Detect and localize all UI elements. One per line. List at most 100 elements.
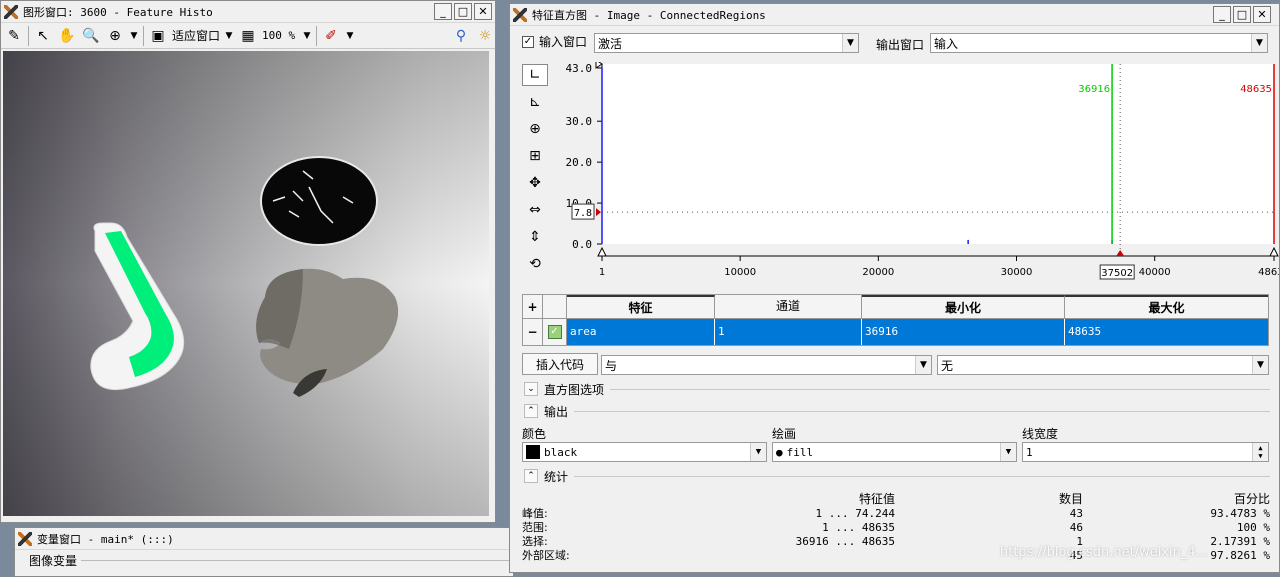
zoom-icon[interactable]: ⊕	[105, 26, 125, 46]
col-header-channel[interactable]: 通道	[715, 295, 862, 319]
color-dropdown-icon[interactable]: ▼	[345, 26, 355, 46]
chevron-down-icon: ▼	[915, 356, 931, 374]
y-tick-label: 30.0	[566, 115, 593, 128]
chevron-up-icon[interactable]: ⌃	[524, 404, 538, 418]
plot-area	[602, 64, 1274, 244]
zoom-dropdown-icon[interactable]: ▼	[129, 26, 139, 46]
output-section[interactable]: ⌃ 输出	[524, 401, 1270, 421]
col-header-min[interactable]: 最小化	[862, 295, 1065, 319]
x-start-arrow	[597, 246, 607, 257]
input-window-select[interactable]: 激活 ▼	[594, 33, 859, 53]
close-button[interactable]: ✕	[474, 3, 492, 20]
chart-tool-column: ∟ ⊾ ⊕ ⊞ ✥ ⇔ ⇕ ⟲	[522, 64, 550, 275]
pin-icon[interactable]: ⚲	[451, 26, 471, 46]
minimize-button[interactable]: _	[434, 3, 452, 20]
max-marker-label: 48635	[1240, 84, 1272, 95]
image-canvas[interactable]	[3, 51, 489, 516]
stats-cell-value: 1 ... 74.244	[815, 506, 895, 520]
pointer-icon[interactable]: ↖	[33, 26, 53, 46]
draw-label: 绘画	[772, 427, 797, 441]
x-cursor-marker	[1116, 250, 1125, 256]
feature-enabled-checkbox-icon[interactable]: ✓	[543, 319, 567, 345]
zoom-fit-chart-icon[interactable]: ⊞	[522, 145, 548, 167]
fit-dropdown-icon[interactable]: ▼	[224, 26, 234, 46]
col-header-max[interactable]: 最大化	[1065, 295, 1268, 319]
insert-target-select[interactable]: 无 ▼	[937, 355, 1269, 375]
y-tick-label: 20.0	[566, 156, 593, 169]
fit-window-icon[interactable]: ▣	[148, 26, 168, 46]
output-window-select[interactable]: 输入 ▼	[930, 33, 1268, 53]
chevron-down-icon[interactable]: ⌄	[524, 382, 538, 396]
y-tick-label: 43.0	[566, 62, 593, 75]
spinner-arrows-icon[interactable]: ▲ ▼	[1252, 443, 1268, 461]
feature-table: + 特征 通道 最小化 最大化 − ✓ area 1 36916 48635	[522, 294, 1269, 346]
x-end-arrow	[1269, 246, 1279, 257]
cell-channel[interactable]: 1	[715, 319, 862, 345]
edit-icon[interactable]: ✎	[4, 26, 24, 46]
color-pen-icon[interactable]: ✐	[321, 26, 341, 46]
reset-chart-icon[interactable]: ⟲	[522, 253, 548, 275]
input-window-checkbox[interactable]: ✓	[522, 35, 534, 48]
axis-log-icon[interactable]: ⊾	[522, 91, 548, 113]
axis-linear-icon[interactable]: ∟	[522, 64, 548, 86]
draw-select[interactable]: ● fill ▼	[772, 442, 1017, 462]
maximize-button[interactable]: □	[1233, 6, 1251, 23]
image-variables-label: 图像变量	[29, 553, 78, 568]
pan-hand-icon[interactable]: ✋	[57, 26, 77, 46]
move-chart-icon[interactable]: ✥	[522, 172, 548, 194]
magnifier-icon[interactable]: 🔍	[81, 26, 101, 46]
histogram-options-section[interactable]: ⌄ 直方图选项	[524, 379, 1270, 399]
close-button[interactable]: ✕	[1253, 6, 1271, 23]
zoom-level-label[interactable]: 100 %	[262, 29, 298, 42]
halcon-app-icon	[512, 7, 528, 23]
pan-y-chart-icon[interactable]: ⇕	[522, 226, 548, 248]
stats-header-percent: 百分比	[1233, 491, 1270, 506]
linewidth-spinner[interactable]: 1 ▲ ▼	[1022, 442, 1269, 462]
variable-window-titlebar[interactable]: 变量窗口 - main* (:::)	[15, 528, 513, 550]
fit-window-label[interactable]: 适应窗口	[172, 27, 220, 44]
toolbar-separator	[316, 25, 318, 46]
minimize-button[interactable]: _	[1213, 6, 1231, 23]
coin-object	[260, 156, 378, 246]
col-header-feature[interactable]: 特征	[567, 295, 715, 319]
output-window-value: 输入	[934, 36, 959, 51]
input-window-value: 激活	[598, 36, 623, 51]
insert-code-button[interactable]: 插入代码	[522, 353, 598, 375]
histogram-window-titlebar[interactable]: 特征直方图 - Image - ConnectedRegions _ □ ✕	[510, 4, 1279, 26]
stats-cell-value: 36916 ... 48635	[795, 534, 895, 548]
variable-window: 变量窗口 - main* (:::) 图像变量	[14, 527, 514, 577]
maximize-button[interactable]: □	[454, 3, 472, 20]
cell-feature[interactable]: area	[567, 319, 715, 345]
remove-feature-button[interactable]: −	[523, 319, 543, 345]
x-tick-label: 1	[599, 267, 605, 278]
statistics-section[interactable]: ⌃ 统计	[524, 466, 1270, 486]
pan-x-chart-icon[interactable]: ⇔	[522, 199, 548, 221]
x-tick-label: 10000	[724, 267, 756, 278]
insert-target-value: 无	[941, 358, 954, 373]
min-marker-label: 36916	[1078, 84, 1110, 95]
chevron-up-icon[interactable]: ⌃	[524, 469, 538, 483]
image-scene	[3, 51, 489, 516]
zoom-in-chart-icon[interactable]: ⊕	[522, 118, 548, 140]
table-row[interactable]: − ✓ area 1 36916 48635	[523, 319, 1268, 345]
draw-value: fill	[786, 445, 814, 459]
settings-sun-icon[interactable]: ☼	[475, 26, 495, 46]
add-feature-button[interactable]: +	[523, 295, 543, 319]
zoom-level-icon[interactable]: ▦	[238, 26, 258, 46]
output-label: 输出	[544, 404, 569, 419]
cell-min[interactable]: 36916	[862, 319, 1065, 345]
threshold-marker	[596, 208, 601, 217]
graphics-window-titlebar[interactable]: 图形窗口: 3600 - Feature Histo _ □ ✕	[1, 1, 495, 23]
cell-max[interactable]: 48635	[1065, 319, 1268, 345]
linewidth-label: 线宽度	[1022, 427, 1059, 441]
histogram-options-label: 直方图选项	[544, 382, 605, 397]
zoom-level-dropdown-icon[interactable]: ▼	[302, 26, 312, 46]
toolbar-separator	[28, 25, 29, 46]
chevron-down-icon: ▼	[842, 34, 858, 52]
color-select[interactable]: black ▼	[522, 442, 767, 462]
input-window-label: 输入窗口	[539, 35, 588, 49]
insert-combine-select[interactable]: 与 ▼	[601, 355, 932, 375]
histogram-chart[interactable]: 0.010.020.030.043.01 10000 20000 30000 40000…	[550, 62, 1280, 282]
halcon-app-icon	[3, 4, 19, 20]
stats-header-count: 数目	[1058, 491, 1083, 506]
